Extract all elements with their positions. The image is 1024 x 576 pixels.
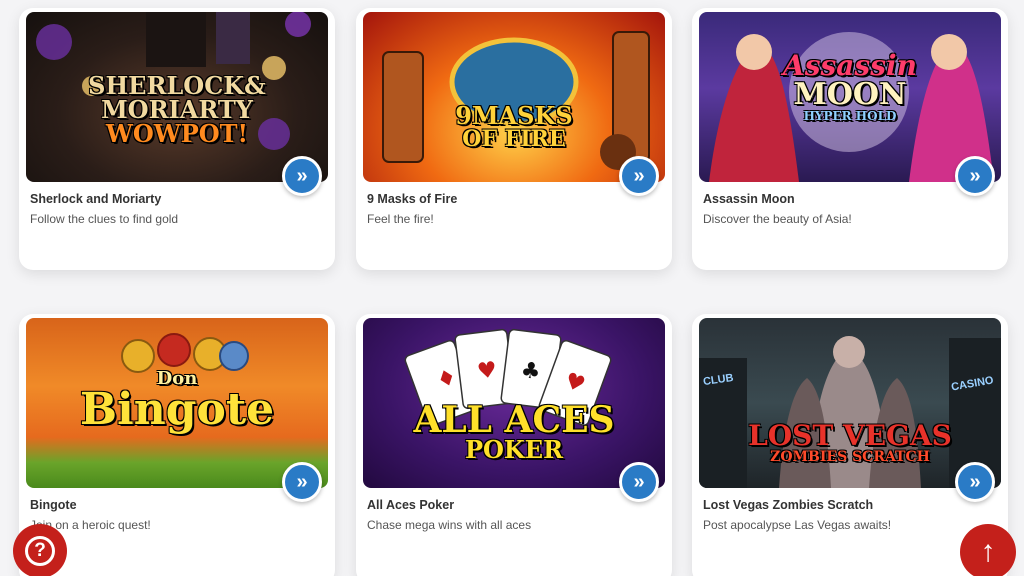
play-arrow-icon: » — [296, 470, 308, 493]
game-logo: SHERLOCK& MORIARTY WOWPOT! — [88, 71, 266, 148]
game-thumbnail[interactable]: 9MASKS OF FIRE — [363, 12, 665, 182]
game-card-assassin-moon[interactable]: Assassin MOON HYPER HOLD » Assassin Moon… — [692, 8, 1008, 270]
svg-text:♣: ♣ — [519, 358, 542, 385]
play-button[interactable]: » — [619, 462, 659, 502]
game-card-sherlock-moriarty[interactable]: SHERLOCK& MORIARTY WOWPOT! » Sherlock an… — [19, 8, 335, 270]
game-card-lost-vegas-zombies[interactable]: CLUB CASINO LOST VEGAS ZOMBIES SCRATCH »… — [692, 314, 1008, 576]
game-title: Assassin Moon — [703, 192, 795, 206]
game-card-9-masks-of-fire[interactable]: 9MASKS OF FIRE » 9 Masks of Fire Feel th… — [356, 8, 672, 270]
play-button[interactable]: » — [282, 462, 322, 502]
game-thumbnail[interactable]: SHERLOCK& MORIARTY WOWPOT! — [26, 12, 328, 182]
play-arrow-icon: » — [633, 164, 645, 187]
game-logo: ALL ACES POKER — [413, 399, 615, 464]
svg-text:♥: ♥ — [476, 358, 499, 385]
game-card-bingote[interactable]: Don Bingote » Bingote Join on a heroic q… — [19, 314, 335, 576]
game-title: Lost Vegas Zombies Scratch — [703, 498, 874, 512]
game-logo: Assassin MOON HYPER HOLD — [783, 49, 917, 123]
game-logo: LOST VEGAS ZOMBIES SCRATCH — [748, 419, 952, 465]
play-arrow-icon: » — [969, 164, 981, 187]
game-logo: 9MASKS OF FIRE — [455, 101, 573, 152]
play-arrow-icon: » — [296, 164, 308, 187]
play-button[interactable]: » — [955, 462, 995, 502]
play-button[interactable]: » — [619, 156, 659, 196]
game-logo: Don Bingote — [79, 368, 275, 435]
game-artwork — [382, 31, 650, 170]
help-button[interactable]: ? — [13, 524, 67, 576]
game-description: Post apocalypse Las Vegas awaits! — [703, 518, 892, 532]
play-button[interactable]: » — [955, 156, 995, 196]
game-thumbnail[interactable]: CLUB CASINO LOST VEGAS ZOMBIES SCRATCH — [699, 318, 1001, 488]
game-description: Chase mega wins with all aces — [367, 518, 532, 532]
game-description: Feel the fire! — [367, 212, 434, 226]
game-title: Sherlock and Moriarty — [30, 192, 162, 206]
game-thumbnail[interactable]: ♦ ♥ ♣ ♥ ALL ACES POKER — [363, 318, 665, 488]
game-title: All Aces Poker — [367, 498, 455, 512]
arrow-up-icon: ↑ — [980, 535, 996, 568]
game-description: Discover the beauty of Asia! — [703, 212, 852, 226]
game-card-all-aces-poker[interactable]: ♦ ♥ ♣ ♥ ALL ACES POKER » All Aces Poker … — [356, 314, 672, 576]
play-button[interactable]: » — [282, 156, 322, 196]
game-title: 9 Masks of Fire — [367, 192, 458, 206]
game-grid: SHERLOCK& MORIARTY WOWPOT! » Sherlock an… — [0, 0, 1024, 576]
scroll-to-top-button[interactable]: ↑ — [960, 524, 1016, 576]
question-mark-icon: ? — [25, 536, 55, 566]
game-description: Follow the clues to find gold — [30, 212, 179, 226]
game-title: Bingote — [30, 498, 77, 512]
play-arrow-icon: » — [969, 470, 981, 493]
play-arrow-icon: » — [633, 470, 645, 493]
game-thumbnail[interactable]: Assassin MOON HYPER HOLD — [699, 12, 1001, 182]
game-thumbnail[interactable]: Don Bingote — [26, 318, 328, 488]
